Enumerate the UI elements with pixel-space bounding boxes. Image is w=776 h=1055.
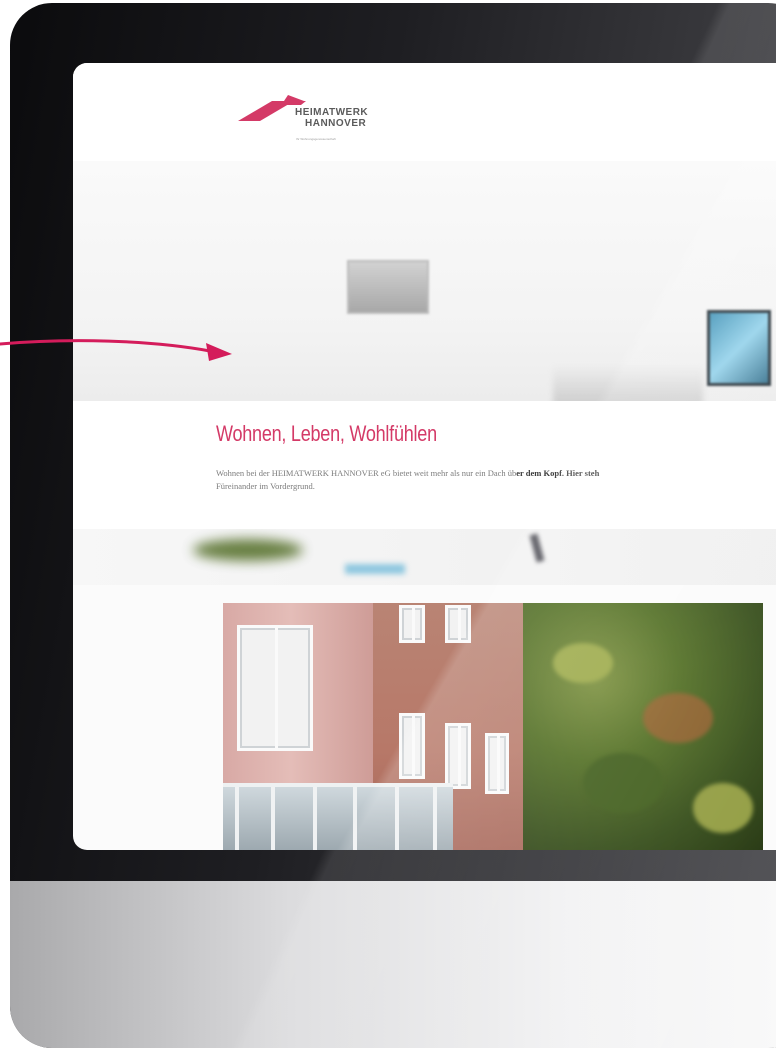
building-window (399, 713, 425, 779)
hero-picture-frame-blue (707, 310, 771, 386)
foliage-highlight (553, 643, 613, 683)
intro-text-line1-bold: er dem Kopf. Hier steh (516, 468, 600, 478)
site-header: HEIMATWERK HANNOVER Ihr Wohnungsgenossen… (73, 63, 776, 161)
building-window (445, 723, 471, 789)
building-window (237, 625, 313, 751)
logo-tagline: Ihr Wohnungsgenossenschaft (296, 137, 336, 141)
building-window (399, 605, 425, 643)
site-logo[interactable]: HEIMATWERK HANNOVER Ihr Wohnungsgenossen… (238, 95, 418, 155)
building-photo (223, 603, 763, 850)
intro-paragraph: Wohnen bei der HEIMATWERK HANNOVER eG bi… (216, 467, 776, 493)
foliage-shadow (583, 753, 663, 813)
foliage-highlight (693, 783, 753, 833)
hero-furniture (553, 365, 703, 405)
intro-section: Wohnen, Leben, Wohlfühlen Wohnen bei der… (73, 401, 776, 529)
monitor-chin (10, 881, 776, 1048)
intro-text-line1: Wohnen bei der HEIMATWERK HANNOVER eG bi… (216, 468, 517, 478)
building-window (445, 605, 471, 643)
building-balcony (223, 783, 453, 850)
foliage-berries (643, 693, 713, 743)
blurred-object (345, 564, 405, 574)
logo-text-line2: HANNOVER (305, 118, 367, 129)
blurred-banner (73, 529, 776, 585)
hero-picture-frame (347, 260, 429, 314)
website-screen: HEIMATWERK HANNOVER Ihr Wohnungsgenossen… (73, 63, 776, 850)
logo-text-line1: HEIMATWERK (295, 107, 369, 118)
arrow-right-icon (0, 339, 232, 361)
intro-text-line2: Füreinander im Vordergrund. (216, 481, 315, 491)
building-window (485, 733, 509, 794)
page-title: Wohnen, Leben, Wohlfühlen (216, 421, 437, 446)
blurred-plant (193, 539, 303, 561)
blurred-object-dark (529, 533, 545, 563)
